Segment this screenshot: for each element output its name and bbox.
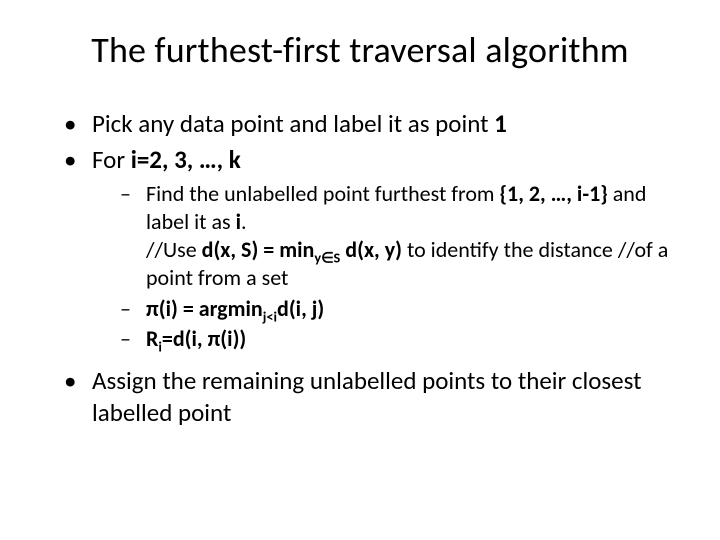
sub2-a: π(i) = argmin	[146, 295, 263, 322]
slide-title: The furthest-first traversal algorithm	[40, 28, 680, 72]
sub1-l2c: d(x, y)	[340, 236, 407, 263]
bullet-3-text: Assign the remaining unlabelled points t…	[92, 365, 641, 428]
sub2-sub: j<i	[263, 307, 277, 325]
bullet-1-bold: 1	[494, 108, 507, 139]
sub-bullet-3: Ri=d(i, π(i))	[120, 325, 680, 353]
bullet-1: Pick any data point and label it as poin…	[64, 108, 680, 140]
sub-bullet-2: π(i) = argminj<id(i, j)	[120, 295, 680, 323]
bullet-2-bold: i=2, 3, …, k	[131, 144, 241, 175]
sub1-a: Find the unlabelled point furthest from	[146, 180, 499, 207]
bullet-list-level2: Find the unlabelled point furthest from …	[120, 180, 680, 353]
sub-bullet-1: Find the unlabelled point furthest from …	[120, 180, 680, 293]
bullet-2: For i=2, 3, …, k Find the unlabelled poi…	[64, 144, 680, 353]
sub1-l2b-sub: y∈S	[314, 249, 340, 267]
bullet-3: Assign the remaining unlabelled points t…	[64, 365, 680, 429]
bullet-1-text: Pick any data point and label it as poin…	[92, 108, 494, 139]
bullet-list-level1: Pick any data point and label it as poin…	[64, 108, 680, 429]
sub3-b: =d(i, π(i))	[162, 325, 246, 352]
sub3-a: R	[146, 325, 158, 352]
sub1-b: {1, 2, …, i-1}	[499, 180, 612, 207]
sub1-l2b: d(x, S) = min	[202, 236, 315, 263]
sub1-e: .	[241, 208, 247, 235]
bullet-2-text: For	[92, 144, 131, 175]
slide: The furthest-first traversal algorithm P…	[0, 0, 720, 540]
sub2-b: d(i, j)	[277, 295, 324, 322]
sub1-l2a: //Use	[146, 236, 202, 263]
